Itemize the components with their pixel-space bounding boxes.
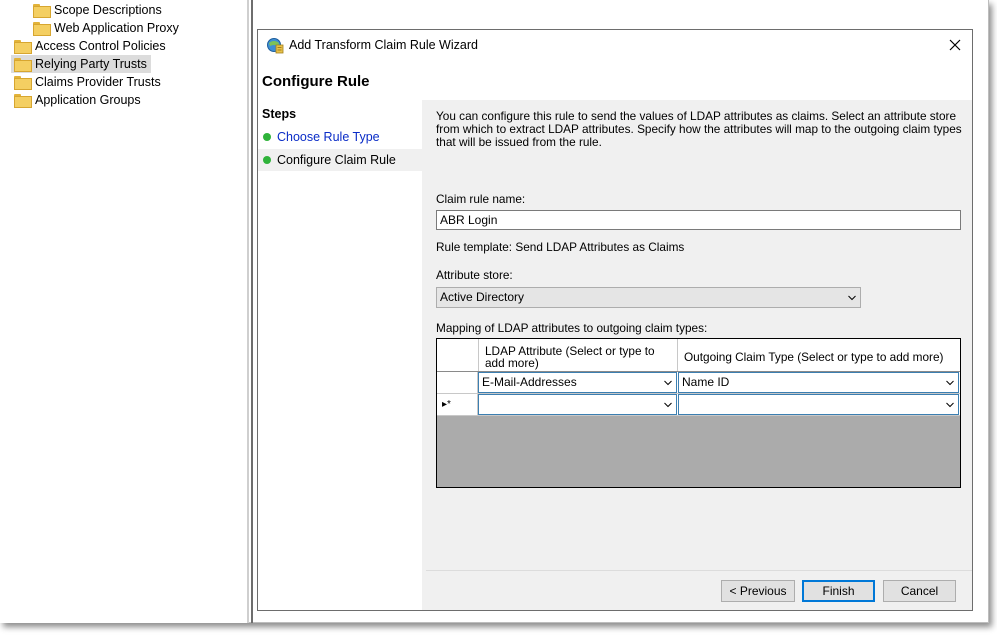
finish-button[interactable]: Finish	[802, 580, 875, 602]
step-choose-rule-type[interactable]: Choose Rule Type	[258, 126, 422, 148]
step-configure-claim-rule: Configure Claim Rule	[258, 149, 422, 171]
ldap-attribute-select-new[interactable]	[478, 394, 677, 415]
tree-item-claims-provider-trusts[interactable]: Claims Provider Trusts	[14, 73, 165, 91]
ldap-attribute-value: E-Mail-Addresses	[482, 375, 577, 389]
chevron-down-icon	[664, 402, 672, 408]
chevron-down-icon	[664, 380, 672, 386]
cancel-button[interactable]: Cancel	[883, 580, 956, 602]
column-header-outgoing-claim-type[interactable]: Outgoing Claim Type (Select or type to a…	[678, 339, 960, 371]
previous-button[interactable]: < Previous	[721, 580, 795, 602]
step-label: Configure Claim Rule	[277, 153, 396, 167]
mapping-label: Mapping of LDAP attributes to outgoing c…	[436, 321, 708, 335]
grid-header: LDAP Attribute (Select or type to add mo…	[437, 339, 960, 372]
column-header-ldap-attribute[interactable]: LDAP Attribute (Select or type to add mo…	[479, 339, 678, 371]
folder-icon	[33, 4, 51, 18]
outgoing-claim-type-select[interactable]: Name ID	[678, 372, 959, 393]
tree-item-label: Scope Descriptions	[54, 3, 162, 17]
pane-splitter-edge	[251, 0, 253, 623]
table-row-new: ▸*	[437, 394, 960, 416]
tree-item-label: Claims Provider Trusts	[35, 75, 161, 89]
dialog-titlebar[interactable]: Add Transform Claim Rule Wizard	[258, 30, 972, 60]
chevron-down-icon	[848, 295, 856, 301]
attribute-store-label: Attribute store:	[436, 268, 513, 282]
step-current-dot-icon	[263, 156, 271, 164]
grid-corner-cell	[437, 339, 479, 371]
window-frame: Scope Descriptions Web Application Proxy…	[0, 0, 989, 623]
wizard-content: You can configure this rule to send the …	[426, 100, 972, 570]
wizard-footer: < Previous Finish Cancel	[426, 570, 972, 610]
wizard-app-icon	[266, 36, 284, 54]
ldap-attribute-select[interactable]: E-Mail-Addresses	[478, 372, 677, 393]
folder-icon	[14, 94, 32, 108]
table-row: E-Mail-Addresses Name ID	[437, 372, 960, 394]
step-label: Choose Rule Type	[277, 130, 380, 144]
attribute-store-value: Active Directory	[440, 290, 525, 304]
outgoing-claim-type-value: Name ID	[682, 375, 730, 389]
tree-item-web-application-proxy[interactable]: Web Application Proxy	[33, 19, 183, 37]
tree-item-application-groups[interactable]: Application Groups	[14, 91, 145, 109]
close-button[interactable]	[944, 34, 966, 56]
attribute-mapping-grid: LDAP Attribute (Select or type to add mo…	[436, 338, 961, 488]
claim-rule-wizard-dialog: Add Transform Claim Rule Wizard Configur…	[257, 29, 973, 611]
attribute-store-select[interactable]: Active Directory	[436, 287, 861, 308]
tree-item-scope-descriptions[interactable]: Scope Descriptions	[33, 1, 166, 19]
pane-splitter[interactable]	[247, 0, 249, 623]
folder-icon	[33, 22, 51, 36]
tree-item-access-control-policies[interactable]: Access Control Policies	[14, 37, 170, 55]
tree-item-label: Relying Party Trusts	[35, 57, 147, 71]
page-title: Configure Rule	[262, 73, 370, 90]
tree-item-label: Web Application Proxy	[54, 21, 179, 35]
claim-rule-name-label: Claim rule name:	[436, 192, 526, 206]
claim-rule-name-input[interactable]: ABR Login	[436, 210, 961, 230]
row-header[interactable]	[437, 372, 478, 393]
tree-item-relying-party-trusts[interactable]: Relying Party Trusts	[11, 55, 151, 73]
folder-icon	[14, 40, 32, 54]
outgoing-claim-type-select-new[interactable]	[678, 394, 959, 415]
folder-icon	[14, 76, 32, 90]
chevron-down-icon	[946, 402, 954, 408]
dialog-title: Add Transform Claim Rule Wizard	[289, 38, 478, 52]
rule-description: You can configure this rule to send the …	[436, 109, 962, 149]
wizard-header: Configure Rule	[258, 60, 972, 100]
console-tree: Scope Descriptions Web Application Proxy…	[0, 0, 247, 623]
rule-template-text: Rule template: Send LDAP Attributes as C…	[436, 240, 685, 254]
tree-item-label: Access Control Policies	[35, 39, 166, 53]
step-complete-dot-icon	[263, 133, 271, 141]
steps-pane: Steps Choose Rule Type Configure Claim R…	[258, 100, 422, 610]
close-icon	[949, 39, 961, 51]
chevron-down-icon	[946, 380, 954, 386]
steps-heading: Steps	[262, 107, 297, 121]
new-row-marker[interactable]: ▸*	[437, 394, 478, 415]
folder-icon	[14, 58, 32, 72]
tree-item-label: Application Groups	[35, 93, 141, 107]
